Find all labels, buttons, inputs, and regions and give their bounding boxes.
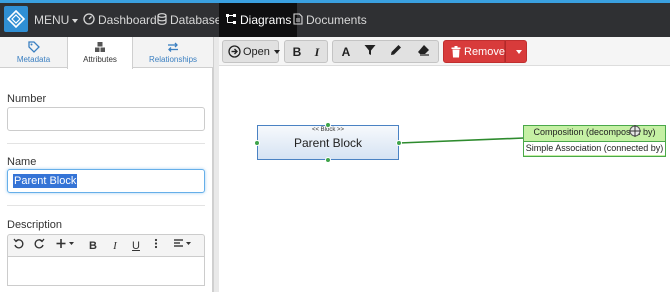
- redo-icon[interactable]: [32, 238, 46, 254]
- chevron-down-icon: [274, 50, 280, 54]
- format-tools-group: A: [332, 40, 439, 63]
- tab-metadata[interactable]: Metadata: [0, 37, 67, 68]
- nav-label-dashboard: Dashboard: [98, 13, 157, 27]
- nav-item-diagrams[interactable]: Diagrams: [219, 3, 298, 38]
- description-label: Description: [7, 219, 63, 231]
- tab-label-attributes: Attributes: [83, 55, 117, 64]
- chevron-down-icon: [516, 50, 522, 54]
- nav-item-documents[interactable]: Documents: [293, 3, 367, 37]
- remove-label: Remove: [464, 46, 505, 58]
- diagram-canvas[interactable]: << Block >> Parent Block Composition (de…: [219, 66, 670, 292]
- resize-handle-top[interactable]: [325, 122, 331, 128]
- divider: [7, 143, 205, 144]
- tab-attributes[interactable]: Attributes: [67, 37, 133, 69]
- nav-item-dashboard[interactable]: Dashboard: [83, 3, 157, 37]
- simple-association-option[interactable]: Simple Association (connected by): [524, 141, 665, 155]
- swap-arrows-icon: [133, 41, 213, 53]
- nav-item-database[interactable]: Database: [157, 3, 221, 37]
- undo-icon[interactable]: [11, 238, 25, 254]
- eraser-icon[interactable]: [415, 44, 431, 60]
- diagram-toolbar: Open B I A Remove: [219, 37, 670, 66]
- bold-button[interactable]: B: [289, 44, 305, 60]
- menu-label: MENU: [34, 13, 70, 27]
- block-name: Parent Block: [293, 136, 363, 150]
- description-editor-toolbar: B I U: [7, 234, 205, 256]
- association-menu: Composition (decomposed by) Simple Assoc…: [523, 125, 666, 157]
- open-label: Open: [243, 46, 270, 58]
- font-button[interactable]: A: [338, 44, 354, 60]
- more-icon[interactable]: [151, 238, 161, 254]
- resize-handle-right[interactable]: [396, 140, 402, 146]
- cubes-icon: [68, 41, 132, 53]
- database-icon: [157, 4, 167, 38]
- number-label: Number: [7, 93, 47, 105]
- nav-label-database: Database: [170, 13, 222, 27]
- remove-dropdown-toggle[interactable]: [505, 40, 527, 63]
- speedometer-icon: [83, 4, 95, 38]
- resize-handle-bottom[interactable]: [325, 157, 331, 163]
- resize-handle-left[interactable]: [254, 140, 260, 146]
- tab-label-metadata: Metadata: [16, 55, 51, 64]
- underline-button[interactable]: U: [129, 238, 143, 254]
- filter-icon[interactable]: [362, 44, 378, 60]
- tag-icon: [0, 41, 67, 53]
- connector-layer: [398, 137, 525, 144]
- document-icon: [293, 4, 303, 38]
- nav-label-documents: Documents: [306, 13, 367, 27]
- description-editor[interactable]: [7, 256, 205, 286]
- open-button[interactable]: Open: [222, 40, 280, 63]
- name-label: Name: [7, 156, 37, 168]
- panel-tabs: Metadata Attributes Relationships: [0, 37, 213, 69]
- app-logo[interactable]: [4, 6, 28, 32]
- nav-label-diagrams: Diagrams: [240, 13, 292, 27]
- remove-button[interactable]: Remove: [443, 40, 505, 63]
- number-input[interactable]: [7, 107, 205, 131]
- trash-icon: [451, 46, 461, 61]
- pencil-icon[interactable]: [388, 44, 404, 60]
- open-circle-arrow-icon: [228, 45, 241, 61]
- text-style-group: B I: [284, 40, 328, 63]
- tab-label-relationships: Relationships: [148, 55, 198, 64]
- bold-button[interactable]: B: [86, 238, 100, 254]
- divider: [7, 205, 205, 206]
- diagram-icon: [225, 4, 237, 38]
- move-cursor-icon: [628, 124, 642, 143]
- name-input[interactable]: Parent Block: [7, 169, 205, 193]
- name-value: Parent Block: [13, 174, 78, 188]
- tab-relationships[interactable]: Relationships: [133, 37, 213, 68]
- insert-plus-dropdown[interactable]: [54, 238, 78, 254]
- composition-option[interactable]: Composition (decomposed by): [524, 126, 665, 139]
- menu-button[interactable]: MENU: [34, 3, 79, 37]
- align-icon[interactable]: [171, 238, 195, 254]
- italic-button[interactable]: I: [108, 238, 122, 254]
- top-navbar: MENU Dashboard Database Diagrams Documen…: [0, 0, 670, 37]
- italic-button[interactable]: I: [309, 44, 325, 60]
- chevron-down-icon: [72, 18, 79, 23]
- parent-block-node[interactable]: << Block >> Parent Block: [257, 125, 399, 160]
